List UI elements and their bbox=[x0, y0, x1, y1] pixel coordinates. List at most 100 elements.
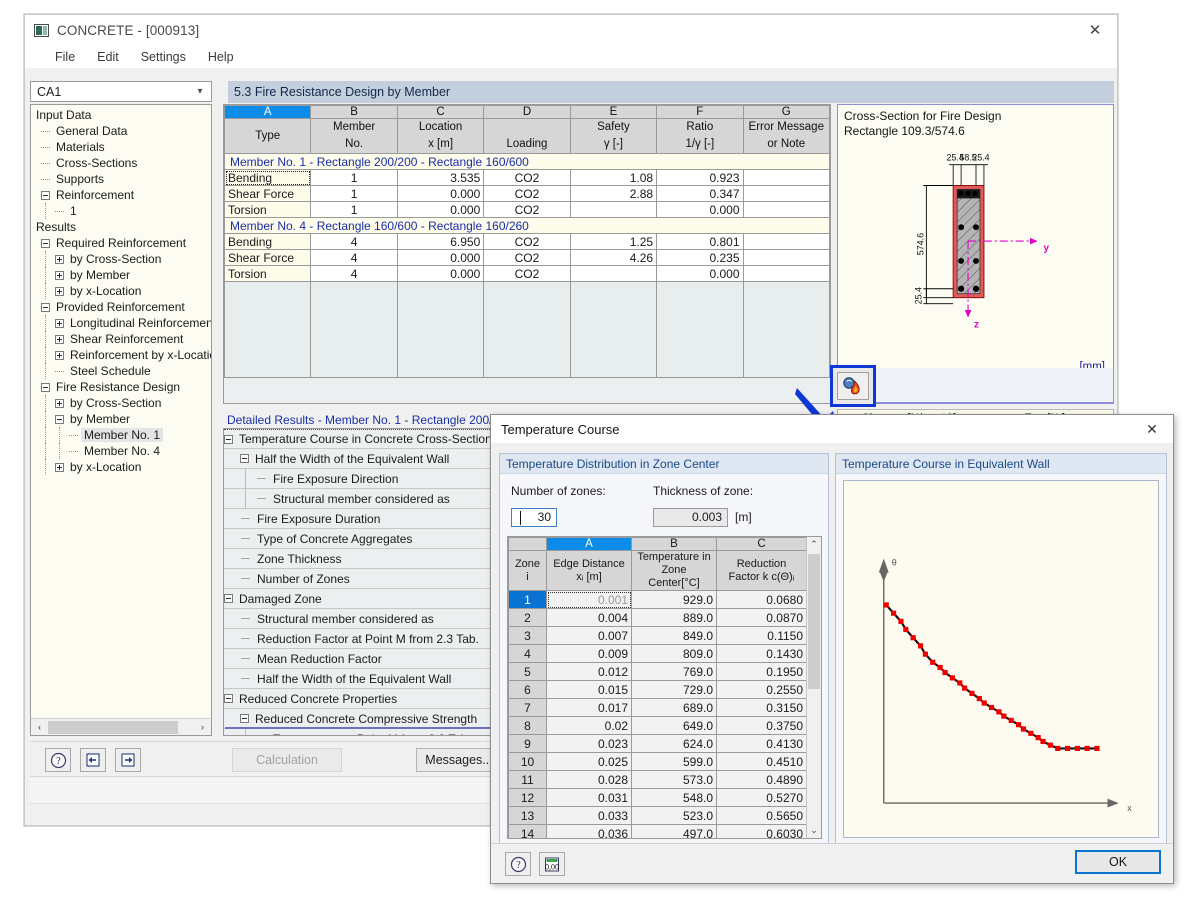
sidebar-item-longitudinal-reinforcement[interactable]: Longitudinal Reinforcement bbox=[33, 315, 211, 331]
zone-table[interactable]: A B C Zone i Edge Distance xᵢ [m] Temperature i… bbox=[507, 536, 822, 839]
zone-temperature[interactable]: 849.0 bbox=[631, 626, 717, 645]
zone-index[interactable]: 5 bbox=[508, 662, 547, 681]
cell-type[interactable]: Shear Force bbox=[224, 185, 312, 202]
cell-type[interactable]: Bending bbox=[224, 233, 312, 250]
navigator-tree[interactable]: Input Data General Data Materials Cross-Sec… bbox=[30, 104, 212, 736]
zone-temperature[interactable]: 889.0 bbox=[631, 608, 717, 627]
zone-temperature[interactable]: 497.0 bbox=[631, 824, 717, 838]
zone-reduction-factor[interactable]: 0.0680 bbox=[716, 590, 807, 609]
cell-location[interactable]: 0.000 bbox=[396, 201, 485, 218]
sidebar-item-cross-sections[interactable]: Cross-Sections bbox=[33, 155, 211, 171]
zone-row[interactable]: 8 0.02 649.0 0.3750 bbox=[508, 716, 807, 735]
cell-safety[interactable]: 4.26 bbox=[569, 249, 658, 266]
zone-reduction-factor[interactable]: 0.1150 bbox=[716, 626, 807, 645]
menu-item-settings[interactable]: Settings bbox=[141, 50, 186, 64]
zone-reduction-factor[interactable]: 0.1430 bbox=[716, 644, 807, 663]
zone-edge-distance[interactable]: 0.033 bbox=[546, 806, 632, 825]
sidebar-item-by-x-location[interactable]: by x-Location bbox=[33, 283, 211, 299]
zone-index[interactable]: 9 bbox=[508, 734, 547, 753]
zone-row[interactable]: 1 0.001 929.0 0.0680 bbox=[508, 590, 807, 609]
cell-safety[interactable] bbox=[569, 265, 658, 282]
collapse-icon[interactable] bbox=[41, 302, 50, 312]
zone-reduction-factor[interactable]: 0.3150 bbox=[716, 698, 807, 717]
zone-index[interactable]: 1 bbox=[508, 590, 547, 609]
table-row[interactable]: Shear Force 1 0.000 CO2 2.88 0.347 bbox=[224, 185, 830, 202]
scroll-up-icon[interactable]: ⌃ bbox=[807, 537, 821, 552]
zone-reduction-factor[interactable]: 0.5270 bbox=[716, 788, 807, 807]
next-view-button[interactable] bbox=[115, 748, 141, 772]
zone-column-letter-i[interactable] bbox=[508, 537, 547, 551]
cell-loading[interactable]: CO2 bbox=[483, 249, 571, 266]
zone-row[interactable]: 7 0.017 689.0 0.3150 bbox=[508, 698, 807, 717]
cell-member[interactable]: 4 bbox=[310, 265, 398, 282]
column-letter-E[interactable]: E bbox=[569, 105, 658, 119]
sidebar-item-by-x-location[interactable]: by x-Location bbox=[33, 459, 211, 475]
collapse-icon[interactable] bbox=[240, 454, 249, 463]
scroll-left-icon[interactable]: ‹ bbox=[31, 719, 48, 736]
cell-member[interactable]: 4 bbox=[310, 249, 398, 266]
column-letter-A[interactable]: A bbox=[224, 105, 312, 119]
cell-member[interactable]: 1 bbox=[310, 185, 398, 202]
cell-location[interactable]: 0.000 bbox=[396, 185, 485, 202]
calculation-button[interactable]: Calculation bbox=[232, 748, 342, 772]
cell-safety[interactable]: 1.25 bbox=[569, 233, 658, 250]
zone-row[interactable]: 9 0.023 624.0 0.4130 bbox=[508, 734, 807, 753]
zone-edge-distance[interactable]: 0.001 bbox=[546, 590, 632, 609]
zone-temperature[interactable]: 523.0 bbox=[631, 806, 717, 825]
collapse-icon[interactable] bbox=[55, 414, 64, 424]
cell-note[interactable] bbox=[742, 265, 830, 282]
cell-loading[interactable]: CO2 bbox=[483, 265, 571, 282]
cell-note[interactable] bbox=[742, 249, 830, 266]
zone-temperature[interactable]: 599.0 bbox=[631, 752, 717, 771]
zone-temperature[interactable]: 689.0 bbox=[631, 698, 717, 717]
dialog-close-icon[interactable]: ✕ bbox=[1131, 415, 1173, 443]
zone-temperature[interactable]: 769.0 bbox=[631, 662, 717, 681]
zone-edge-distance[interactable]: 0.007 bbox=[546, 626, 632, 645]
expand-icon[interactable] bbox=[55, 318, 64, 328]
table-row[interactable]: Bending 1 3.535 CO2 1.08 0.923 bbox=[224, 169, 830, 186]
zone-row[interactable]: 4 0.009 809.0 0.1430 bbox=[508, 644, 807, 663]
zone-index[interactable]: 7 bbox=[508, 698, 547, 717]
cell-loading[interactable]: CO2 bbox=[483, 233, 571, 250]
zone-edge-distance[interactable]: 0.012 bbox=[546, 662, 632, 681]
zone-edge-distance[interactable]: 0.036 bbox=[546, 824, 632, 838]
collapse-icon[interactable] bbox=[224, 694, 233, 703]
sidebar-item-supports[interactable]: Supports bbox=[33, 171, 211, 187]
sidebar-item-input-data[interactable]: Input Data bbox=[33, 107, 211, 123]
cell-location[interactable]: 0.000 bbox=[396, 265, 485, 282]
sidebar-item-by-cross-section[interactable]: by Cross-Section bbox=[33, 251, 211, 267]
collapse-icon[interactable] bbox=[224, 594, 233, 603]
cell-member[interactable]: 4 bbox=[310, 233, 398, 250]
zone-index[interactable]: 4 bbox=[508, 644, 547, 663]
zone-row[interactable]: 14 0.036 497.0 0.6030 bbox=[508, 824, 807, 838]
cell-loading[interactable]: CO2 bbox=[483, 201, 571, 218]
ok-button[interactable]: OK bbox=[1075, 850, 1161, 874]
sidebar-item-1[interactable]: 1 bbox=[33, 203, 211, 219]
zone-temperature[interactable]: 809.0 bbox=[631, 644, 717, 663]
case-select[interactable]: CA1 ▾ bbox=[30, 81, 212, 102]
zone-table-scrollbar[interactable]: ⌃ ⌄ bbox=[806, 537, 821, 838]
zone-index[interactable]: 12 bbox=[508, 788, 547, 807]
zone-edge-distance[interactable]: 0.004 bbox=[546, 608, 632, 627]
sidebar-item-steel-schedule[interactable]: Steel Schedule bbox=[33, 363, 211, 379]
sidebar-item-member-no-1[interactable]: Member No. 1 bbox=[33, 427, 211, 443]
cell-ratio[interactable]: 0.923 bbox=[656, 169, 744, 186]
cell-ratio[interactable]: 0.801 bbox=[656, 233, 744, 250]
cell-safety[interactable] bbox=[569, 201, 658, 218]
zone-edge-distance[interactable]: 0.015 bbox=[546, 680, 632, 699]
zone-temperature[interactable]: 649.0 bbox=[631, 716, 717, 735]
cell-note[interactable] bbox=[742, 233, 830, 250]
cell-note[interactable] bbox=[742, 185, 830, 202]
cell-member[interactable]: 1 bbox=[310, 201, 398, 218]
expand-icon[interactable] bbox=[55, 350, 64, 360]
expand-icon[interactable] bbox=[55, 334, 64, 344]
cell-type[interactable]: Shear Force bbox=[224, 249, 312, 266]
zone-index[interactable]: 11 bbox=[508, 770, 547, 789]
sidebar-item-materials[interactable]: Materials bbox=[33, 139, 211, 155]
zone-row[interactable]: 12 0.031 548.0 0.5270 bbox=[508, 788, 807, 807]
cell-loading[interactable]: CO2 bbox=[483, 185, 571, 202]
zone-row[interactable]: 11 0.028 573.0 0.4890 bbox=[508, 770, 807, 789]
sidebar-item-results[interactable]: Results bbox=[33, 219, 211, 235]
cell-safety[interactable]: 2.88 bbox=[569, 185, 658, 202]
collapse-icon[interactable] bbox=[41, 382, 50, 392]
